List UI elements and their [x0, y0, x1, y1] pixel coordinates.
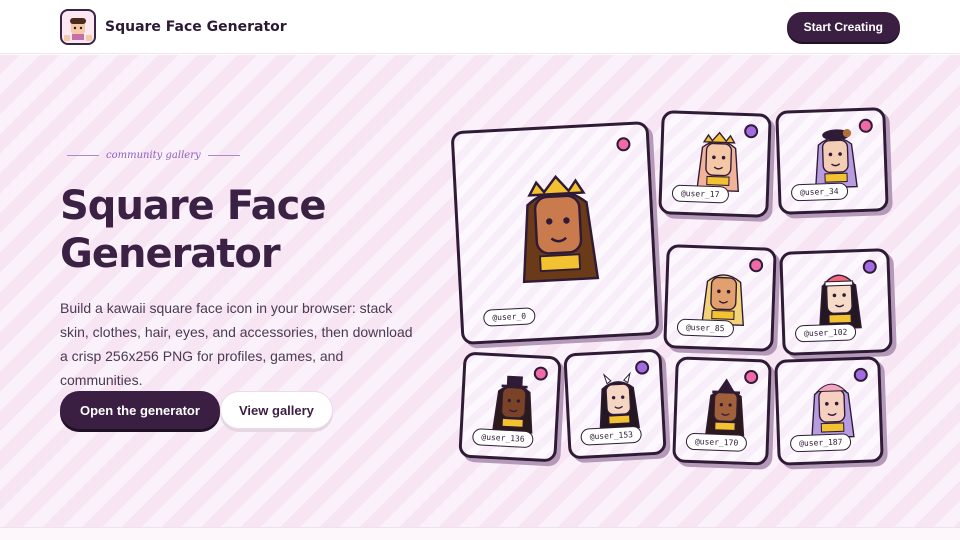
brand-name: Square Face Generator: [105, 18, 287, 35]
hero-description: Build a kawaii square face icon in your …: [60, 300, 413, 388]
gallery-card[interactable]: @user_187: [774, 356, 884, 466]
eyebrow-line-left: [67, 155, 99, 156]
status-dot: [862, 259, 878, 275]
username-tag: @user_102: [794, 323, 857, 343]
eyebrow: community gallery: [60, 150, 247, 161]
username-tag: @user_153: [580, 425, 643, 446]
status-dot: [858, 118, 874, 134]
gallery-card[interactable]: @user_34: [775, 107, 889, 215]
face-icon: [64, 17, 92, 41]
username-tag: @user_170: [685, 432, 748, 452]
start-creating-button[interactable]: Start Creating: [786, 12, 900, 42]
section-divider: [0, 527, 960, 540]
username-tag: @user_0: [482, 307, 536, 327]
app-logo[interactable]: [60, 8, 96, 45]
username-tag: @user_34: [790, 182, 848, 202]
gallery-card[interactable]: @user_0: [450, 120, 660, 346]
eyebrow-line-right: [207, 155, 240, 156]
eyebrow-text: community gallery: [106, 150, 201, 161]
gallery-card[interactable]: @user_17: [658, 110, 772, 218]
gallery-card[interactable]: @user_136: [458, 351, 562, 463]
gallery-card[interactable]: @user_85: [663, 244, 777, 352]
top-navbar: Square Face Generator Start Creating: [0, 0, 960, 54]
username-tag: @user_85: [676, 318, 734, 338]
username-tag: @user_136: [471, 428, 535, 449]
avatar: [494, 164, 624, 298]
hero-title: Square Face Generator: [60, 183, 327, 277]
gallery-card[interactable]: @user_102: [779, 248, 893, 356]
status-dot: [616, 136, 631, 152]
status-dot: [748, 258, 764, 273]
gallery-card[interactable]: @user_170: [672, 356, 772, 466]
username-tag: @user_187: [789, 433, 852, 453]
username-tag: @user_17: [671, 184, 729, 204]
open-generator-button[interactable]: Open the generator: [60, 391, 220, 429]
status-dot: [743, 124, 759, 139]
gallery-card[interactable]: @user_153: [563, 348, 667, 460]
view-gallery-button[interactable]: View gallery: [220, 391, 333, 429]
